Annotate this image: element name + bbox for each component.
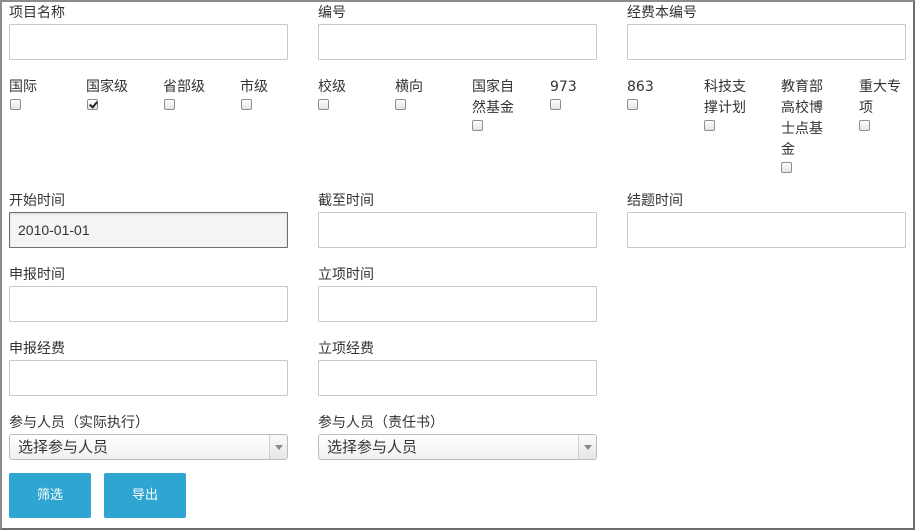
export-button[interactable]: 导出 bbox=[104, 473, 186, 518]
apply-time-input[interactable] bbox=[9, 286, 288, 322]
checkbox-label: 教育部高校博士点基金 bbox=[781, 79, 823, 158]
number-input[interactable] bbox=[318, 24, 597, 60]
checkbox-label: 国际 bbox=[9, 79, 37, 95]
checkbox-label: 国家级 bbox=[86, 79, 128, 95]
start-time-input[interactable]: 2010-01-01 bbox=[9, 212, 288, 248]
checkbox-label: 国家自然基金 bbox=[472, 79, 514, 116]
checkbox-nsfc[interactable] bbox=[472, 120, 483, 131]
checkbox-label: 省部级 bbox=[163, 79, 205, 95]
deadline-label: 截至时间 bbox=[318, 193, 374, 209]
checkbox-moe-doctoral[interactable] bbox=[781, 162, 792, 173]
participants-actual-label: 参与人员（实际执行） bbox=[9, 415, 149, 431]
checkbox-label: 973 bbox=[550, 79, 577, 95]
checkbox-label: 科技支撑计划 bbox=[704, 79, 746, 116]
conclusion-time-label: 结题时间 bbox=[627, 193, 683, 209]
participants-responsibility-label: 参与人员（责任书） bbox=[318, 415, 444, 431]
project-name-input[interactable] bbox=[9, 24, 288, 60]
checkbox-tech-support[interactable] bbox=[704, 120, 715, 131]
approval-time-label: 立项时间 bbox=[318, 267, 374, 283]
checkbox-label: 863 bbox=[627, 79, 654, 95]
project-name-label: 项目名称 bbox=[9, 5, 65, 21]
budget-number-label: 经费本编号 bbox=[627, 5, 697, 21]
participants-actual-select[interactable]: 选择参与人员 bbox=[9, 434, 288, 460]
checkbox-international[interactable] bbox=[10, 99, 21, 110]
apply-funds-input[interactable] bbox=[9, 360, 288, 396]
number-label: 编号 bbox=[318, 5, 346, 21]
start-time-label: 开始时间 bbox=[9, 193, 65, 209]
checkbox-horizontal[interactable] bbox=[395, 99, 406, 110]
approval-time-input[interactable] bbox=[318, 286, 597, 322]
chevron-down-icon[interactable] bbox=[578, 435, 596, 459]
checkbox-label: 校级 bbox=[318, 79, 346, 95]
checkbox-label: 重大专项 bbox=[859, 79, 901, 116]
checkbox-provincial[interactable] bbox=[164, 99, 175, 110]
approval-funds-label: 立项经费 bbox=[318, 341, 374, 357]
checkbox-major-project[interactable] bbox=[859, 120, 870, 131]
checkbox-863[interactable] bbox=[627, 99, 638, 110]
checkbox-school[interactable] bbox=[318, 99, 329, 110]
apply-time-label: 申报时间 bbox=[9, 267, 65, 283]
chevron-down-icon[interactable] bbox=[269, 435, 287, 459]
apply-funds-label: 申报经费 bbox=[9, 341, 65, 357]
select-placeholder: 选择参与人员 bbox=[327, 438, 418, 456]
checkbox-label: 市级 bbox=[240, 79, 268, 95]
filter-button[interactable]: 筛选 bbox=[9, 473, 91, 518]
deadline-input[interactable] bbox=[318, 212, 597, 248]
checkbox-municipal[interactable] bbox=[241, 99, 252, 110]
participants-responsibility-select[interactable]: 选择参与人员 bbox=[318, 434, 597, 460]
select-placeholder: 选择参与人员 bbox=[18, 438, 109, 456]
checkbox-national[interactable] bbox=[87, 99, 98, 110]
checkbox-label: 横向 bbox=[395, 79, 423, 95]
budget-number-input[interactable] bbox=[627, 24, 906, 60]
approval-funds-input[interactable] bbox=[318, 360, 597, 396]
checkbox-973[interactable] bbox=[550, 99, 561, 110]
conclusion-time-input[interactable] bbox=[627, 212, 906, 248]
